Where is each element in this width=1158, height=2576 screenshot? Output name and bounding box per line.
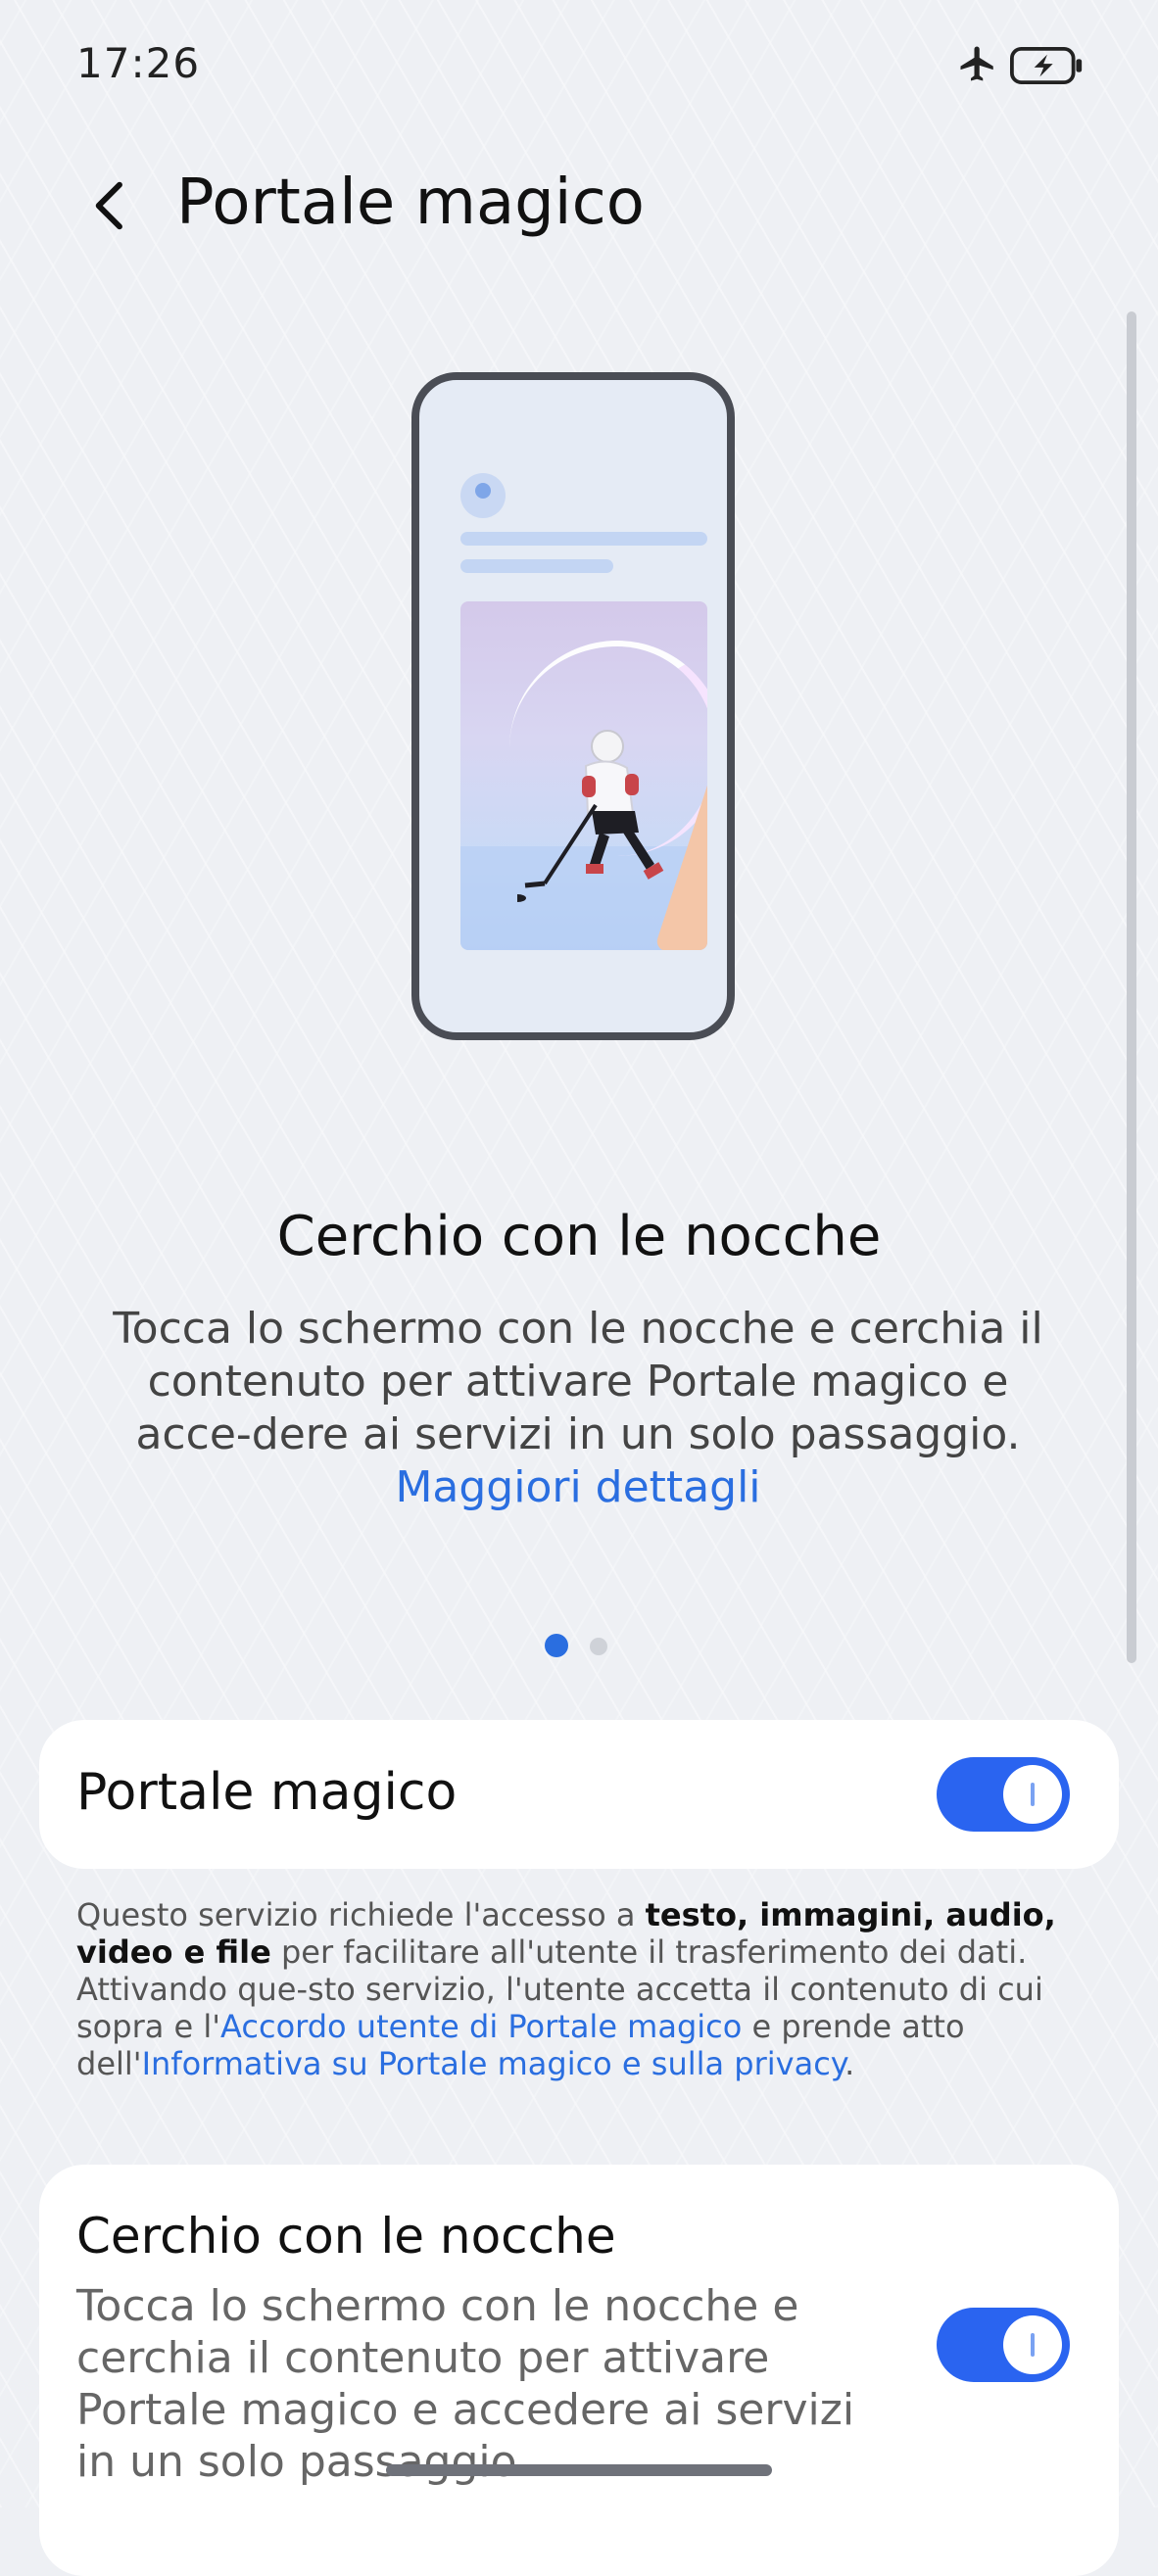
page-title: Portale magico (176, 167, 645, 239)
hockey-player-illustration (517, 730, 664, 902)
toggle-knob (1003, 1765, 1062, 1824)
magic-portal-card: Portale magico (39, 1720, 1119, 1869)
privacy-notice: Questo servizio richiede l'accesso a tes… (76, 1896, 1095, 2082)
scrollbar[interactable] (1127, 311, 1136, 1663)
user-agreement-link[interactable]: Accordo utente di Portale magico (220, 2008, 742, 2045)
feature-description-text: Tocca lo schermo con le nocche e cerchia… (113, 1304, 1043, 1459)
hockey-photo-illustration (460, 601, 707, 950)
feature-title: Cerchio con le nocche (276, 1205, 882, 1268)
battery-charging-icon (1010, 47, 1083, 84)
header: Portale magico (0, 147, 1158, 264)
text-line-illustration (460, 559, 613, 573)
phone-illustration (411, 372, 735, 1040)
magic-portal-label: Portale magico (76, 1763, 458, 1822)
knuckle-circle-title: Cerchio con le nocche (76, 2208, 616, 2265)
home-indicator[interactable] (386, 2464, 772, 2476)
notice-text: . (844, 2045, 855, 2082)
page-indicator (0, 1634, 1158, 1657)
airplane-icon (960, 46, 993, 81)
privacy-policy-link[interactable]: Informativa su Portale magico e sulla pr… (142, 2045, 845, 2082)
more-details-link[interactable]: Maggiori dettagli (395, 1462, 760, 1512)
notice-text: Questo servizio richiede l'accesso a (76, 1896, 646, 1933)
page-dot[interactable] (590, 1638, 607, 1655)
status-bar: 17:26 (0, 0, 1158, 127)
magic-portal-toggle[interactable] (937, 1757, 1070, 1832)
knuckle-circle-description: Tocca lo schermo con le nocche e cerchia… (76, 2281, 855, 2487)
knuckle-circle-card: Cerchio con le nocche Tocca lo schermo c… (39, 2165, 1119, 2576)
feature-description: Tocca lo schermo con le nocche e cerchia… (88, 1303, 1068, 1514)
knuckle-circle-toggle[interactable] (937, 2308, 1070, 2382)
toggle-knob (1003, 2315, 1062, 2374)
status-time: 17:26 (76, 39, 201, 87)
back-button[interactable] (80, 174, 143, 237)
text-line-illustration (460, 532, 707, 546)
feature-illustration (411, 372, 745, 1048)
page-dot-active[interactable] (545, 1634, 568, 1657)
avatar-illustration (460, 473, 506, 518)
